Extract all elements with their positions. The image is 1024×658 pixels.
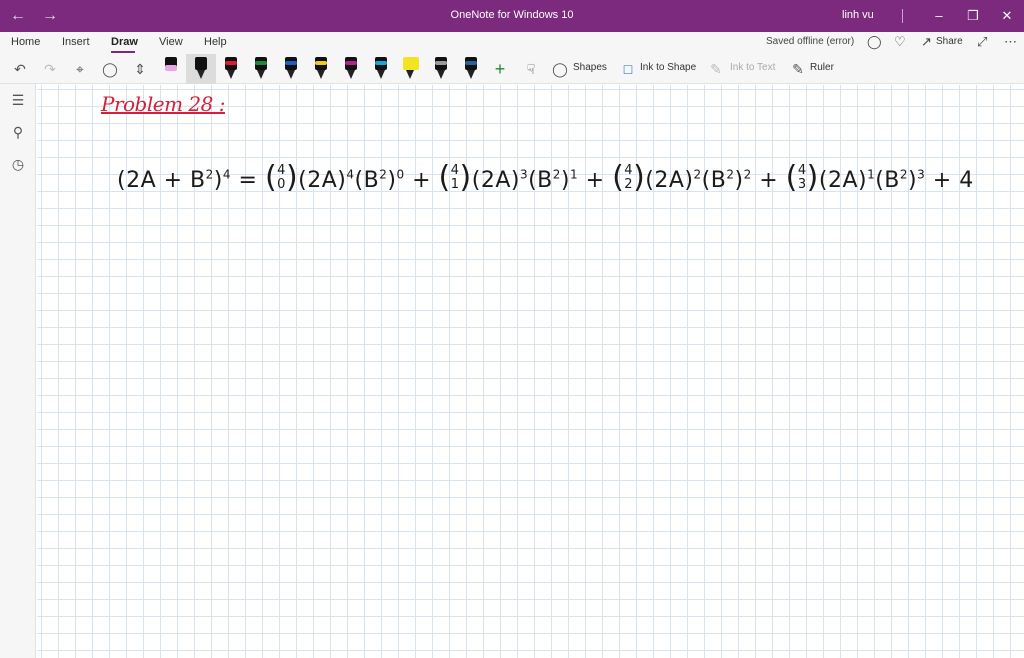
equation-tail: + 4 <box>925 168 974 193</box>
binom-top: 4 <box>450 163 460 178</box>
yellow-highlighter-tool[interactable] <box>402 57 420 81</box>
term0-2a: (2A) <box>298 168 347 193</box>
search-icon[interactable]: ⚲ <box>9 124 27 142</box>
binomial-4-2: (4 2) <box>612 160 646 195</box>
notebooks-icon[interactable]: ☰ <box>9 92 27 110</box>
magenta-pen-tool[interactable] <box>344 57 358 81</box>
term3-b-close: ) <box>908 168 918 193</box>
tab-draw[interactable]: Draw <box>111 36 138 48</box>
binom-bottom: 2 <box>624 177 634 192</box>
ink-to-shape-button[interactable]: Ink to Shape <box>640 62 696 73</box>
sidebar: ☰ ⚲ ◷ <box>0 84 36 658</box>
shapes-icon[interactable]: ◯ <box>552 58 568 80</box>
binom-top: 4 <box>797 163 807 178</box>
binomial-equation: (2A + B2)4 = (4 0) (2A)4(B2)0 + (4 1) (2A)3(… <box>117 160 974 195</box>
term2-b: (B <box>701 168 727 193</box>
ink-to-text-button[interactable]: Ink to Text <box>730 62 775 73</box>
user-name[interactable]: linh vu <box>842 9 874 21</box>
binomial-4-1: (4 1) <box>438 160 472 195</box>
term2-b-close: ) <box>734 168 744 193</box>
term1-exp2: 1 <box>570 167 579 182</box>
draw-toolbar: ↶ ↷ ⌖ ◯ ⇕ <box>0 54 1024 84</box>
binom-bottom: 1 <box>450 177 460 192</box>
binom-bottom: 3 <box>797 177 807 192</box>
ink-to-shape-icon[interactable]: □ <box>620 58 636 80</box>
term3-b-sq: 2 <box>899 167 909 182</box>
black-pen-tool[interactable] <box>194 57 208 81</box>
menu-bar: Home Insert Draw View Help Saved offline… <box>0 32 1024 54</box>
term0-exp1: 4 <box>346 167 355 182</box>
title-bar: ← → OneNote for Windows 10 linh vu – ❐ ✕ <box>0 0 1024 32</box>
lasso-select-icon[interactable]: ◯ <box>100 58 120 80</box>
minimize-icon[interactable]: – <box>926 6 952 26</box>
tab-view[interactable]: View <box>159 36 183 48</box>
term2-exp2: 2 <box>743 167 752 182</box>
term1-exp1: 3 <box>519 167 529 182</box>
eq-lhs-base: (2A + B <box>117 168 206 193</box>
term1-2a: (2A) <box>471 168 520 193</box>
more-options-icon[interactable]: ⋯ <box>1004 34 1017 50</box>
binom-bottom: 0 <box>277 177 286 192</box>
lightbulb-icon[interactable]: ◯ <box>867 34 882 50</box>
green-pen-tool[interactable] <box>254 57 268 81</box>
term1-b-close: ) <box>560 168 571 193</box>
share-icon[interactable]: ↗ <box>921 34 932 50</box>
term0-b: (B <box>354 168 380 193</box>
blue-pen-tool[interactable] <box>284 57 298 81</box>
tab-help[interactable]: Help <box>204 36 227 48</box>
undo-icon[interactable]: ↶ <box>10 58 30 80</box>
ink-to-text-icon[interactable]: ✎ <box>708 58 724 80</box>
navy-pen-tool[interactable] <box>464 57 478 81</box>
ruler-button[interactable]: Ruler <box>810 62 834 73</box>
bell-icon[interactable]: ♡ <box>894 34 906 50</box>
touch-draw-icon[interactable]: ☟ <box>522 58 540 80</box>
expand-icon[interactable]: ⤢ <box>977 34 987 50</box>
binom-top: 4 <box>277 163 286 178</box>
pink-highlighter-tool[interactable] <box>164 57 178 81</box>
note-canvas[interactable]: Problem 28 : (2A + B2)4 = (4 0) (2A)4(B2)0… <box>37 85 1024 658</box>
add-space-icon[interactable]: ⇕ <box>130 58 150 80</box>
redo-icon[interactable]: ↷ <box>40 58 60 80</box>
term3-exp1: 1 <box>867 167 876 182</box>
binomial-4-0: (4 0) <box>264 160 299 195</box>
yellow-pen-tool[interactable] <box>314 57 328 81</box>
term0-exp2: 0 <box>396 167 405 182</box>
eq-lhs-close: ) <box>213 168 223 193</box>
term1-b-sq: 2 <box>552 167 561 182</box>
type-select-icon[interactable]: ⌖ <box>70 58 90 80</box>
tab-home[interactable]: Home <box>11 36 40 48</box>
recent-icon[interactable]: ◷ <box>9 156 27 174</box>
add-pen-icon[interactable]: + <box>492 58 508 80</box>
tab-insert[interactable]: Insert <box>62 36 90 48</box>
term2-2a: (2A) <box>645 168 694 193</box>
ruler-icon[interactable]: ✎ <box>790 58 806 80</box>
term1-b: (B <box>528 168 553 193</box>
red-pen-tool[interactable] <box>224 57 238 81</box>
gray-pen-tool[interactable] <box>434 57 448 81</box>
term3-b: (B <box>875 168 900 193</box>
title-separator <box>902 9 903 23</box>
term2-exp1: 2 <box>693 167 702 182</box>
restore-icon[interactable]: ❐ <box>960 6 986 26</box>
binom-top: 4 <box>624 163 634 178</box>
plus-sign: + <box>404 168 439 193</box>
term3-2a: (2A) <box>818 168 868 193</box>
binomial-4-3: (4 3) <box>785 160 819 195</box>
plus-sign: + <box>751 168 786 193</box>
active-tab-indicator <box>111 51 135 53</box>
eq-lhs-exp: 4 <box>222 167 232 182</box>
sync-status[interactable]: Saved offline (error) <box>766 36 854 47</box>
share-button[interactable]: Share <box>936 36 963 47</box>
plus-sign: + <box>578 168 613 193</box>
eq-equals: = <box>231 168 265 193</box>
shapes-button[interactable]: Shapes <box>573 62 607 73</box>
close-icon[interactable]: ✕ <box>994 6 1020 26</box>
cyan-pen-tool[interactable] <box>374 57 388 81</box>
eq-lhs-sq: 2 <box>205 167 214 182</box>
problem-title: Problem 28 : <box>101 92 225 116</box>
